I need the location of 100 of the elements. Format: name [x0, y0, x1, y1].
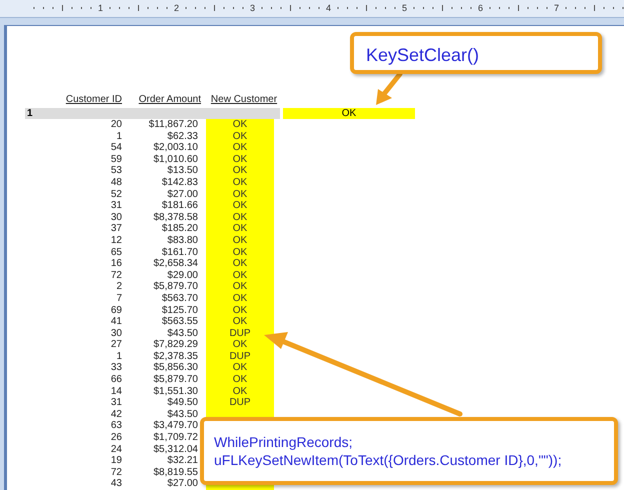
table-cell-text: 63: [110, 420, 122, 432]
table-cell-text: 66: [110, 374, 122, 386]
table-cell-text: DUP: [228, 328, 252, 340]
table-cell-text: $32.21: [166, 455, 198, 467]
table-cell-text: $2,003.10: [152, 142, 198, 154]
table-cell-text: 24: [110, 444, 122, 456]
ruler-mark: 4: [326, 2, 332, 14]
ruler-mark: 3: [250, 2, 256, 14]
table-cell-text: 1: [115, 350, 122, 362]
ruler-mark: 6: [478, 2, 484, 14]
table-cell-text: $142.83: [160, 176, 198, 189]
table-cell-text: $1,010.60: [152, 154, 198, 166]
callout-text: WhilePrintingRecords;: [214, 433, 354, 451]
table-cell-text: $161.70: [160, 246, 198, 258]
column-header: Customer ID: [64, 93, 122, 107]
group-status: OK: [283, 108, 415, 119]
table-cell-text: $5,856.30: [152, 362, 198, 374]
column-header: Order Amount: [138, 93, 201, 107]
table-cell-text: 31: [110, 200, 122, 212]
table-cell-text: OK: [232, 258, 248, 270]
ruler-mark: 7: [554, 2, 560, 14]
table-cell-text: $7,829.29: [152, 339, 198, 351]
table-cell-text: $27.00: [166, 478, 198, 490]
table-cell-text: 48: [110, 176, 122, 189]
table-cell-text: 53: [110, 165, 122, 177]
table-cell-text: OK: [232, 374, 248, 386]
table-cell-text: $563.70: [160, 292, 198, 304]
table-cell-text: OK: [232, 304, 248, 316]
table-cell-text: OK: [232, 270, 248, 282]
table-cell-text: $13.50: [166, 165, 198, 177]
table-cell-text: OK: [232, 246, 248, 258]
table-cell-text: 20: [110, 119, 122, 131]
table-cell-text: 27: [110, 339, 122, 351]
table-cell-text: 2: [115, 281, 122, 293]
table-cell-text: 52: [110, 188, 122, 200]
table-cell-text: $27.00: [166, 188, 198, 200]
table-cell-text: OK: [232, 200, 248, 212]
table-cell-text: DUP: [228, 350, 252, 362]
table-cell-text: $62.33: [166, 130, 198, 142]
table-cell-text: $185.20: [160, 223, 198, 235]
table-cell-text: 42: [110, 408, 122, 420]
table-cell-text: OK: [232, 362, 248, 374]
table-cell-text: 1: [115, 130, 122, 142]
table-cell-text: 43: [110, 478, 122, 490]
table-cell-text: 14: [110, 386, 122, 398]
table-cell-text: OK: [232, 234, 248, 247]
table-cell-text: 31: [110, 397, 122, 409]
table-cell-text: 7: [115, 292, 122, 304]
ruler-mark: 5: [402, 2, 408, 14]
table-cell-text: $2,378.35: [152, 350, 198, 362]
callout-text: KeySetClear(): [366, 44, 480, 67]
table-cell-text: 72: [110, 466, 122, 478]
table-cell-text: $1,551.30: [152, 386, 198, 398]
table-cell-text: $5,312.04: [152, 444, 198, 456]
table-cell-text: $8,378.58: [152, 212, 198, 224]
table-cell-text: 33: [110, 362, 122, 374]
table-cell-text: OK: [232, 188, 248, 200]
table-cell-text: $1,709.72: [152, 432, 198, 444]
ruler-mark: 1: [98, 2, 104, 14]
table-cell-text: $3,479.70: [152, 420, 198, 432]
table-cell-text: $125.70: [160, 304, 198, 316]
table-cell-text: 19: [110, 455, 122, 467]
table-cell-text: OK: [232, 281, 248, 293]
table-cell-text: 30: [110, 328, 122, 340]
table-cell-text: OK: [232, 386, 248, 398]
table-cell-text: OK: [232, 223, 248, 235]
table-cell-text: OK: [232, 212, 248, 224]
table-cell-text: 16: [110, 258, 122, 270]
table-cell-text: $43.50: [166, 408, 198, 420]
table-cell-text: 69: [110, 304, 122, 316]
table-cell-text: 41: [110, 316, 122, 328]
table-cell-text: OK: [232, 292, 248, 304]
table-cell-text: 54: [110, 142, 122, 154]
callout-text: uFLKeySetNewItem(ToText({Orders.Customer ID},0,""));: [214, 451, 563, 469]
table-cell-text: $83.80: [166, 234, 198, 247]
table-cell-text: OK: [232, 165, 248, 177]
table-cell-text: $43.50: [166, 328, 198, 340]
table-cell-text: 65: [110, 246, 122, 258]
table-cell-text: 72: [110, 270, 122, 282]
table-cell-text: OK: [232, 154, 248, 166]
table-cell-text: $29.00: [166, 270, 198, 282]
table-cell-text: 59: [110, 154, 122, 166]
table-cell-text: 12: [110, 234, 122, 247]
table-cell-text: $563.55: [160, 316, 198, 328]
table-cell-text: OK: [232, 142, 248, 154]
group-header: 1: [25, 108, 280, 119]
table-cell-text: $2,658.34: [152, 258, 198, 270]
table-cell-text: 30: [110, 212, 122, 224]
table-cell-text: OK: [232, 130, 248, 142]
table-cell-text: OK: [232, 176, 248, 189]
table-cell-text: $5,879.70: [152, 281, 198, 293]
column-header: New Customer: [210, 93, 278, 107]
table-cell-text: $5,879.70: [152, 374, 198, 386]
table-cell-text: $11,867.20: [148, 119, 198, 131]
ruler-mark: 2: [174, 2, 180, 14]
table-cell-text: $49.50: [166, 397, 198, 409]
table-cell-text: 26: [110, 432, 122, 444]
table-cell-text: $8,819.55: [152, 466, 198, 478]
table-cell-text: OK: [232, 339, 248, 351]
table-cell-text: OK: [232, 316, 248, 328]
